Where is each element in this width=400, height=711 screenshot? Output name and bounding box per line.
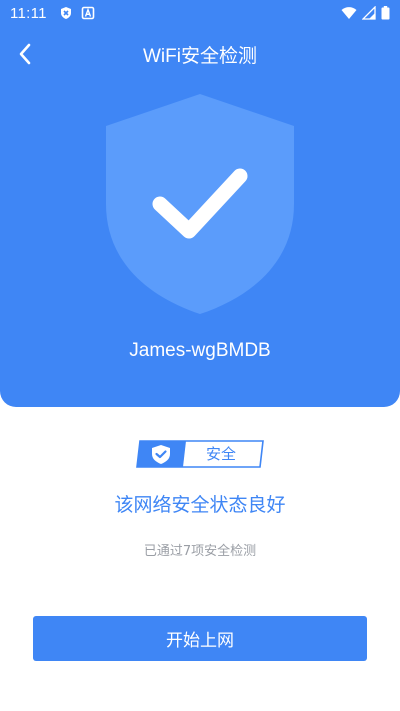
shield-check-icon [106,94,294,314]
result-title: 该网络安全状态良好 [114,494,286,516]
a-box-icon [81,6,95,20]
signal-icon [362,6,376,20]
status-badge-label: 安全 [205,445,236,463]
status-time: 11:11 [10,4,47,22]
network-ssid: James-wgBMDB [129,340,271,361]
shield-x-icon [60,7,71,19]
page-title: WiFi安全检测 [143,46,257,67]
start-browsing-button[interactable]: 开始上网 [33,616,367,661]
app-bar: WiFi安全检测 [0,26,400,82]
battery-icon [381,6,390,20]
result-subtitle: 已通过7项安全检测 [143,544,257,559]
wifi-icon [341,7,357,20]
status-bar: 11:11 [0,0,400,26]
